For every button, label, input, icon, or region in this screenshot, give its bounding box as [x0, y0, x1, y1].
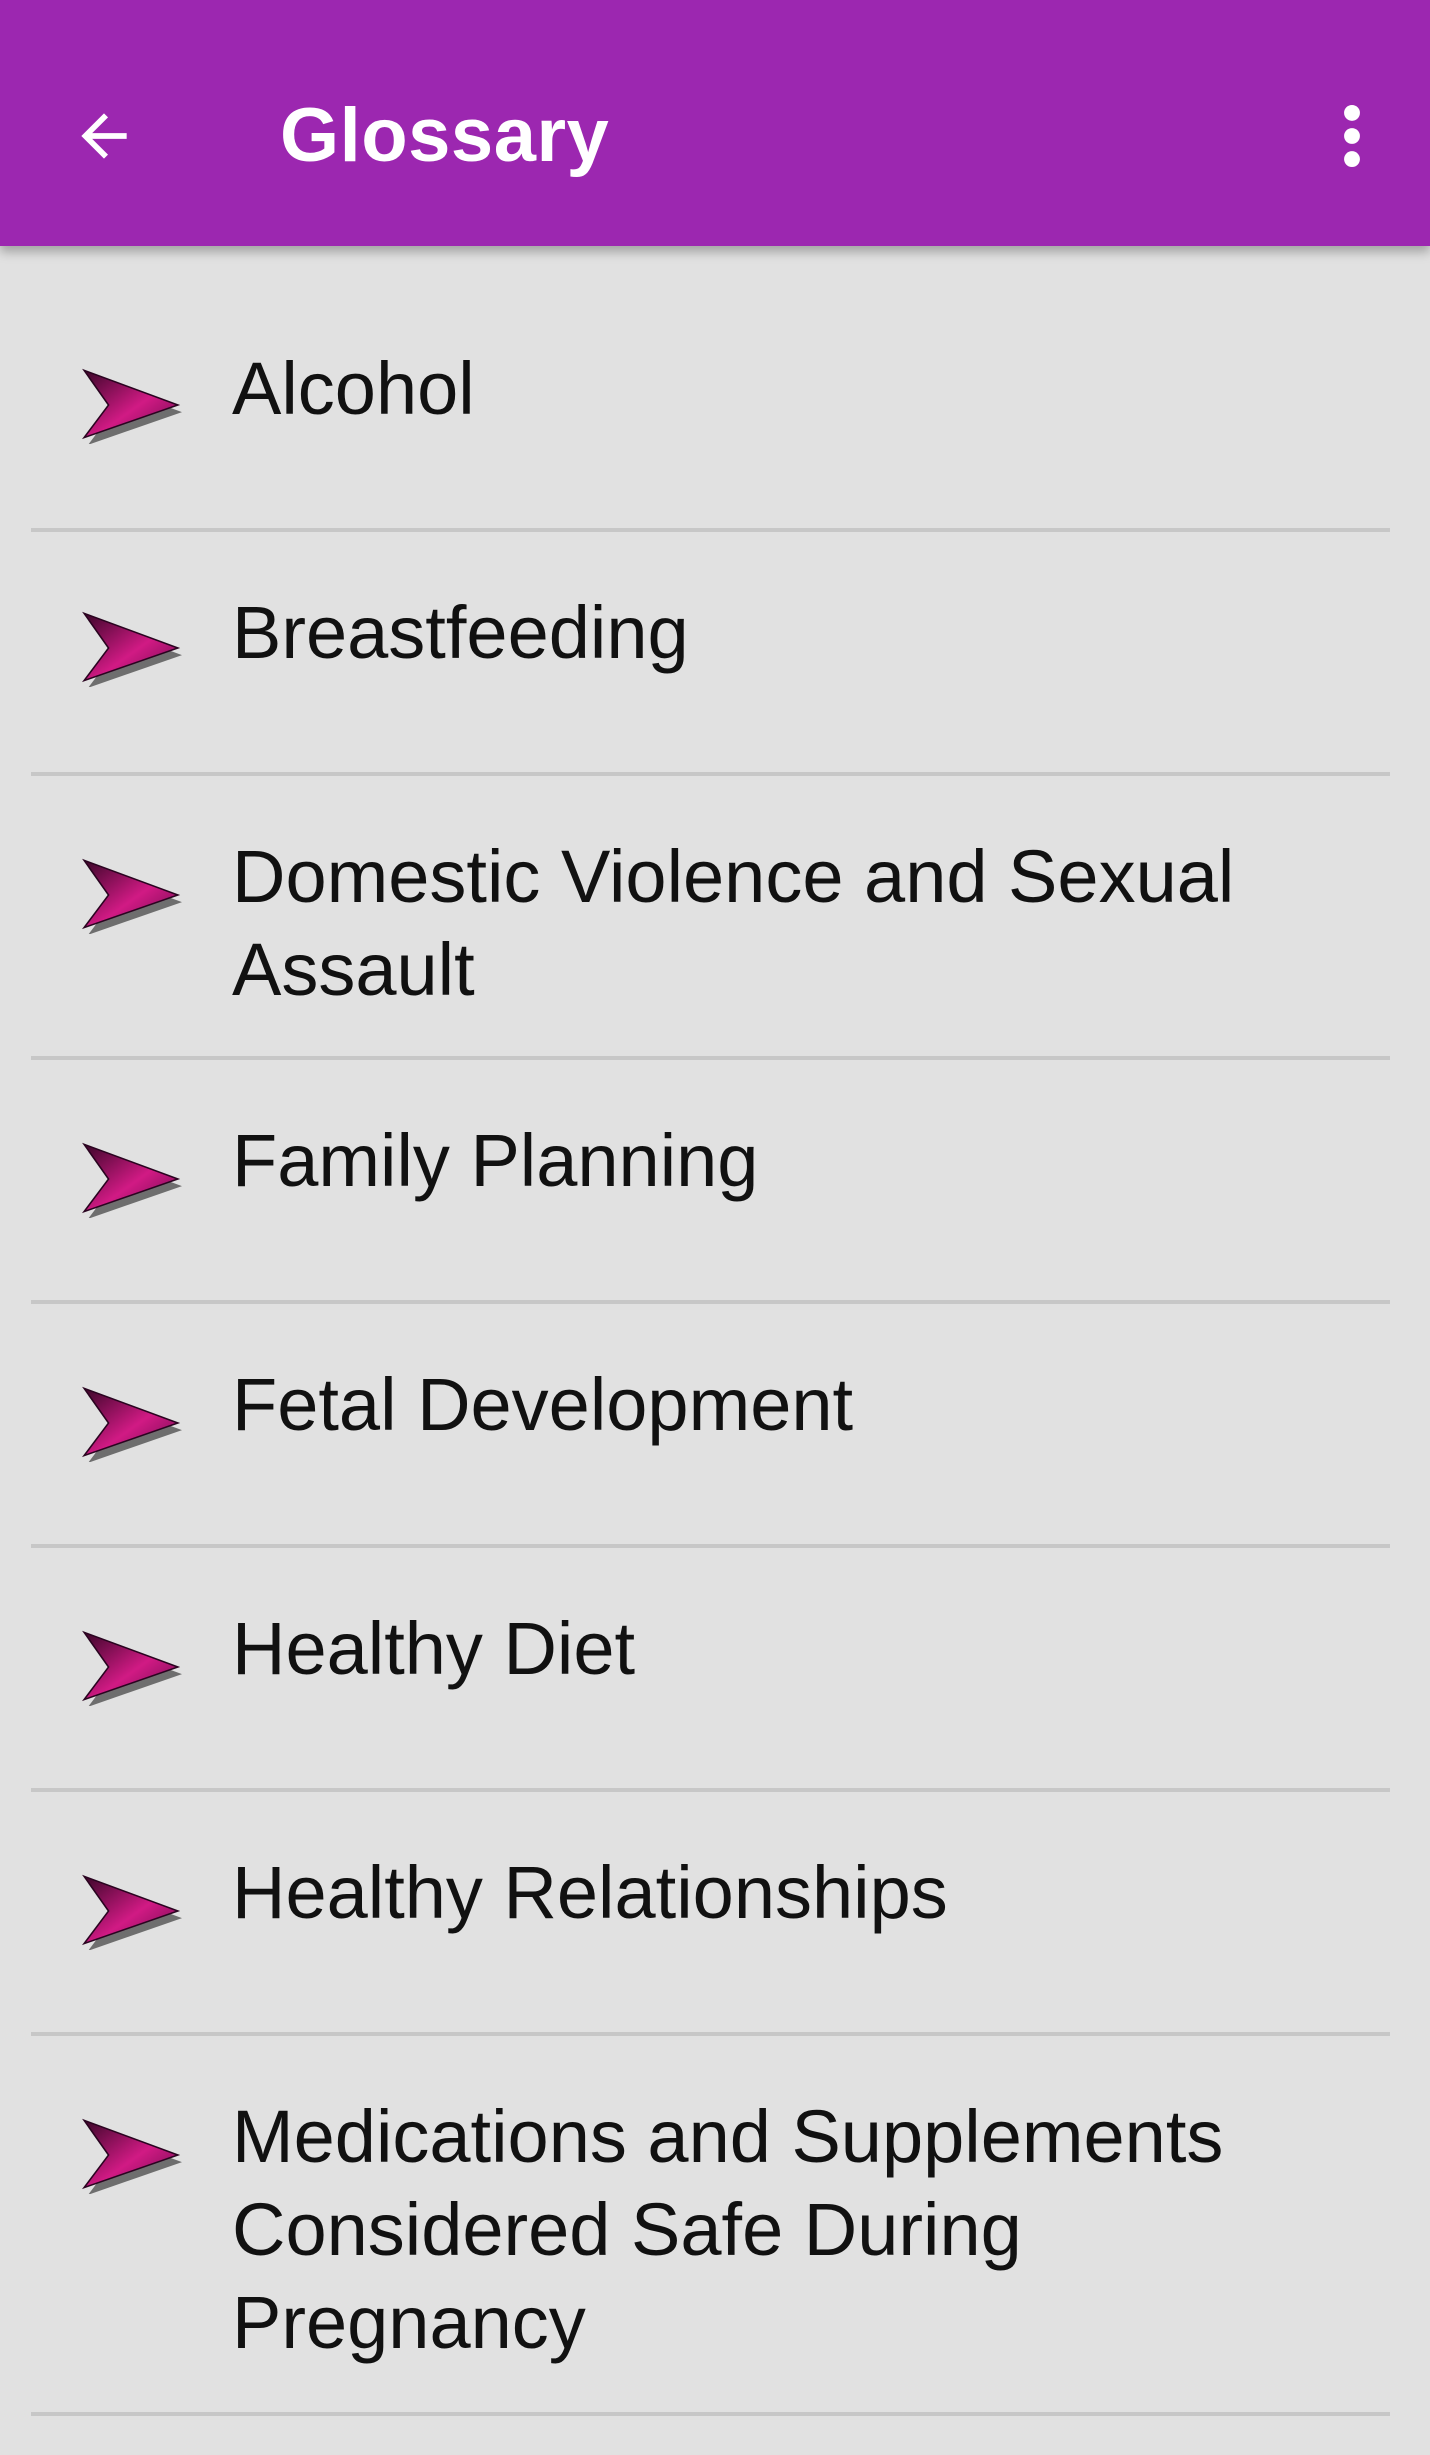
list-item-label: Family Planning [232, 1119, 759, 1202]
list-item-label: Domestic Violence and Sexual Assault [232, 835, 1235, 1011]
list-item-healthy-diet[interactable]: Healthy Diet [0, 1548, 1430, 1790]
list-item-label: Breastfeeding [232, 591, 689, 674]
pink-arrow-bullet-icon [80, 609, 182, 687]
list-item-domestic-violence[interactable]: Domestic Violence and Sexual Assault [0, 776, 1430, 1058]
list-item-breastfeeding[interactable]: Breastfeeding [0, 532, 1430, 774]
list-item-label: Alcohol [232, 347, 475, 430]
more-vertical-icon [1344, 104, 1360, 168]
back-button[interactable] [44, 76, 164, 196]
list-item-fetal-development[interactable]: Fetal Development [0, 1304, 1430, 1546]
pink-arrow-bullet-icon [80, 366, 182, 444]
pink-arrow-bullet-icon [80, 2116, 182, 2194]
page-title: Glossary [280, 93, 610, 178]
divider [31, 2412, 1390, 2416]
arrow-left-icon [81, 113, 127, 159]
list-item-label: Healthy Diet [232, 1607, 636, 1690]
pink-arrow-bullet-icon [80, 856, 182, 934]
overflow-menu-button[interactable] [1302, 76, 1402, 196]
list-item-alcohol[interactable]: Alcohol [0, 246, 1430, 530]
pink-arrow-bullet-icon [80, 1872, 182, 1950]
list-item-label: Medications and Supplements Considered S… [232, 2095, 1224, 2364]
list-item-healthy-relationships[interactable]: Healthy Relationships [0, 1792, 1430, 2034]
app-bar: Glossary [0, 0, 1430, 246]
pink-arrow-bullet-icon [80, 1384, 182, 1462]
list-item-family-planning[interactable]: Family Planning [0, 1060, 1430, 1302]
list-item-label: Healthy Relationships [232, 1851, 948, 1934]
list-item-label: Fetal Development [232, 1363, 854, 1446]
list-item-medications-supplements[interactable]: Medications and Supplements Considered S… [0, 2036, 1430, 2410]
glossary-list: Alcohol Breastfeeding Domestic Violence … [0, 246, 1430, 2455]
pink-arrow-bullet-icon [80, 1628, 182, 1706]
pink-arrow-bullet-icon [80, 1140, 182, 1218]
